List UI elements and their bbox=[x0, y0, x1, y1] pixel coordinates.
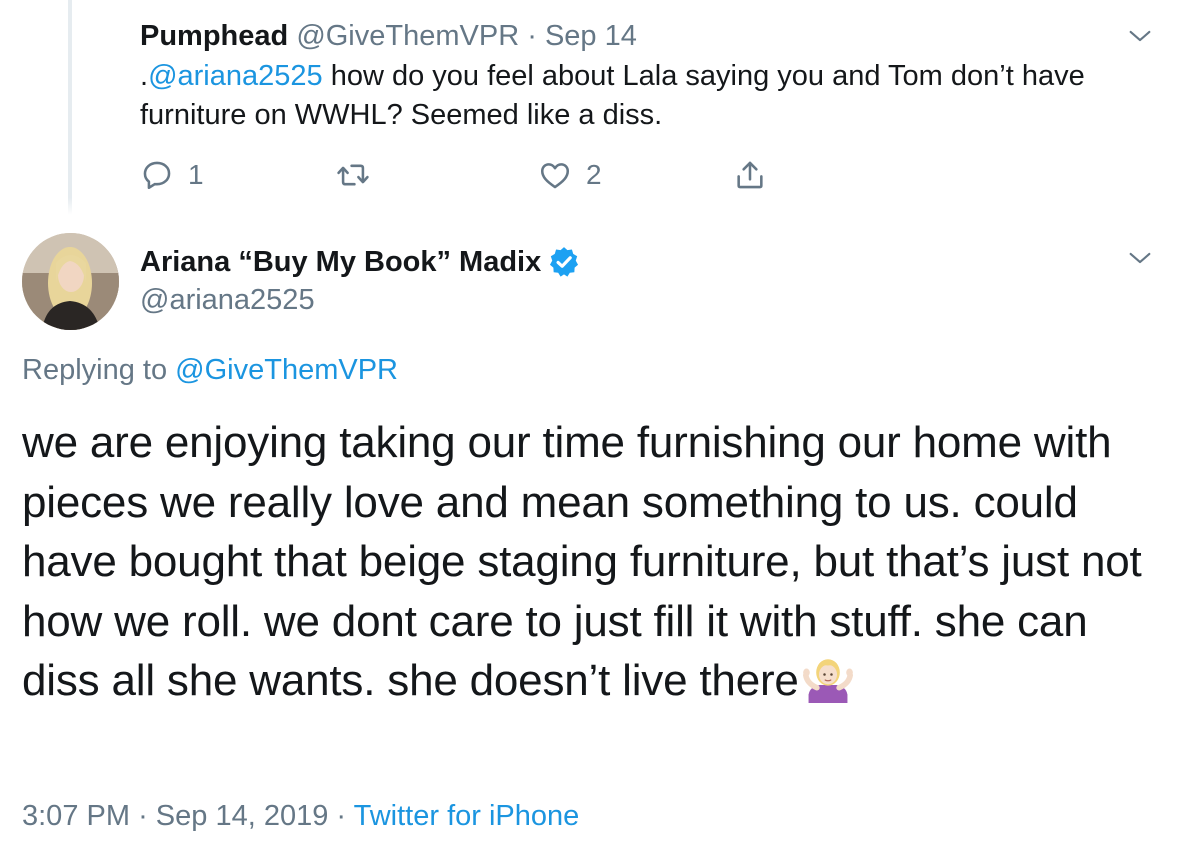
avatar-photo bbox=[22, 233, 119, 330]
main-author-name-text: Ariana “Buy My Book” Madix bbox=[140, 246, 542, 278]
parent-tweet-actions: 1 2 bbox=[140, 155, 840, 195]
main-author-name[interactable]: Ariana “Buy My Book” Madix bbox=[140, 244, 581, 280]
retweet-icon bbox=[337, 164, 369, 186]
meta-separator: · bbox=[138, 800, 148, 832]
main-tweet-text: we are enjoying taking our time furnishi… bbox=[22, 413, 1142, 711]
tweet-time[interactable]: 3:07 PM bbox=[22, 800, 130, 832]
parent-author-handle[interactable]: @GiveThemVPR bbox=[296, 20, 519, 52]
main-author-handle[interactable]: @ariana2525 bbox=[140, 282, 315, 318]
avatar[interactable] bbox=[22, 233, 119, 330]
replying-to: Replying to @GiveThemVPR bbox=[22, 352, 398, 388]
like-button[interactable]: 2 bbox=[538, 155, 602, 195]
reply-count: 1 bbox=[188, 159, 204, 190]
parent-mention-link[interactable]: @ariana2525 bbox=[148, 60, 323, 92]
tweet-date[interactable]: Sep 14, 2019 bbox=[156, 800, 329, 832]
replying-label: Replying to bbox=[22, 354, 176, 386]
verified-badge-icon bbox=[550, 247, 579, 277]
parent-text-prefix: . bbox=[140, 60, 149, 92]
chevron-down-icon[interactable] bbox=[1126, 244, 1154, 272]
parent-header-separator: · bbox=[527, 20, 537, 52]
replying-handle-link[interactable]: @GiveThemVPR bbox=[175, 354, 398, 386]
parent-tweet-text: .@ariana2525 how do you feel about Lala … bbox=[140, 57, 1140, 135]
meta-separator: · bbox=[336, 800, 347, 832]
share-button[interactable] bbox=[733, 155, 767, 195]
reply-button[interactable]: 1 bbox=[140, 155, 204, 195]
thread-connector-line bbox=[68, 0, 72, 215]
main-tweet-text-body: we are enjoying taking our time furnishi… bbox=[22, 418, 1142, 705]
parent-tweet-date[interactable]: Sep 14 bbox=[545, 20, 637, 52]
like-icon bbox=[540, 163, 570, 189]
chevron-down-icon[interactable] bbox=[1126, 22, 1154, 50]
tweet-source-link[interactable]: Twitter for iPhone bbox=[354, 800, 580, 832]
share-icon bbox=[737, 161, 763, 189]
person-shrugging-emoji bbox=[802, 659, 853, 703]
tweet-meta: 3:07 PM · Sep 14, 2019 · Twitter for iPh… bbox=[22, 798, 579, 834]
like-count: 2 bbox=[586, 159, 602, 190]
parent-author-name[interactable]: Pumphead bbox=[140, 20, 288, 52]
reply-icon bbox=[143, 161, 171, 190]
parent-tweet[interactable]: Pumphead @GiveThemVPR · Sep 14 .@ariana2… bbox=[140, 18, 1140, 135]
parent-tweet-header: Pumphead @GiveThemVPR · Sep 14 bbox=[140, 18, 1140, 54]
retweet-button[interactable] bbox=[336, 155, 370, 195]
